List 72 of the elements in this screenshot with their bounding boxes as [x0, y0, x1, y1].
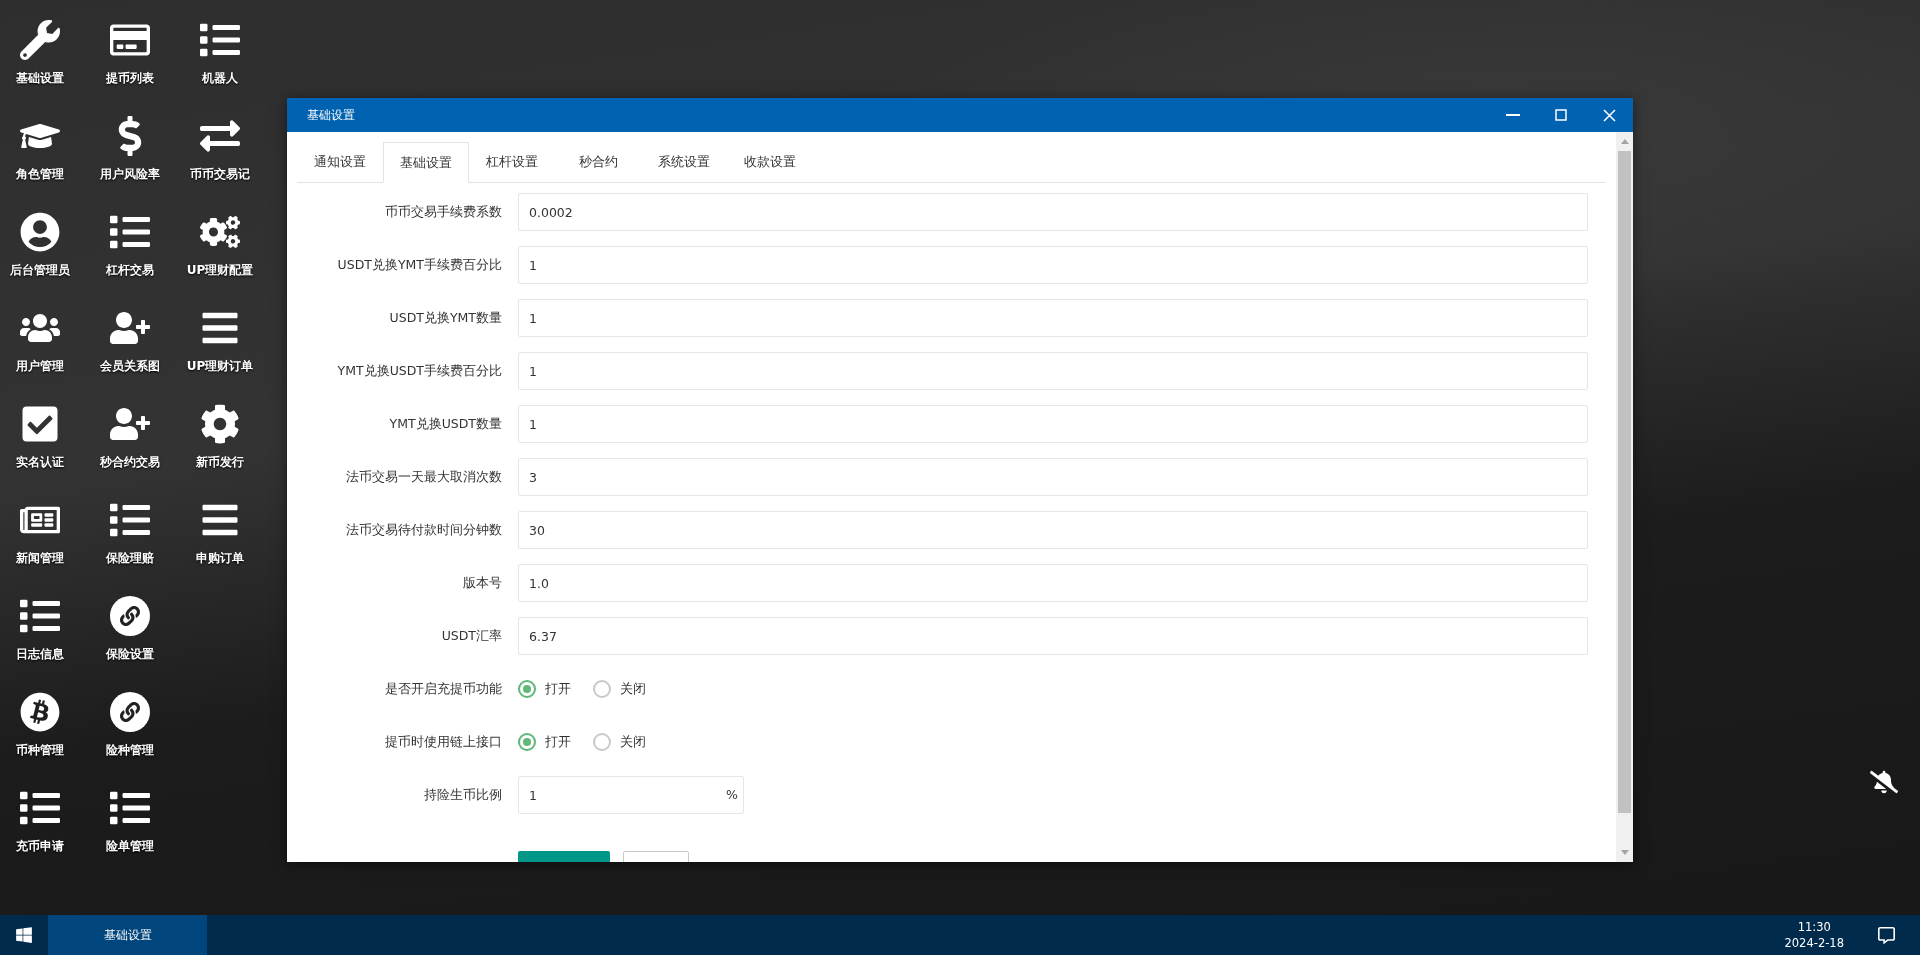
input-field[interactable]: 0.0002 — [518, 193, 1588, 231]
desktop-icon-label[interactable]: 币种管理 — [16, 742, 64, 759]
field-label: 币币交易手续费系数 — [384, 203, 503, 221]
taskbar-window-button[interactable]: 基础设置 — [48, 915, 207, 955]
desktop-icon-label[interactable]: 币币交易记 — [190, 166, 250, 183]
field-label: USDT兑换YMT数量 — [388, 309, 503, 327]
field-label: 提币时使用链上接口 — [384, 733, 503, 751]
radio-label[interactable]: 打开 — [545, 733, 571, 751]
desktop-icon-label[interactable]: UP理财订单 — [186, 358, 254, 375]
desktop-icon-label[interactable]: 保险设置 — [106, 646, 154, 663]
desktop-icon-label[interactable]: 险种管理 — [106, 742, 154, 759]
clock-time: 11:30 — [1797, 919, 1831, 935]
radio-label[interactable]: 关闭 — [620, 680, 646, 698]
tab[interactable]: 基础设置 — [383, 142, 469, 183]
desktop-icon-label[interactable]: 用户管理 — [16, 358, 64, 375]
input-field[interactable]: 1 — [518, 246, 1588, 284]
tab[interactable]: 收款设置 — [727, 142, 813, 182]
clock[interactable]: 11:30 2024-2-18 — [1784, 919, 1844, 951]
desktop-icon-label[interactable]: 提币列表 — [106, 70, 154, 87]
input-field[interactable]: 1 — [518, 352, 1588, 390]
wrench-icon[interactable] — [18, 18, 62, 62]
desktop-icon-label[interactable]: 机器人 — [202, 70, 238, 87]
desktop-icon-label[interactable]: 险单管理 — [106, 838, 154, 855]
bell-muted-icon[interactable] — [1870, 768, 1898, 796]
tab[interactable]: 秒合约 — [555, 142, 641, 182]
field-label: YMT兑换USDT手续费百分比 — [336, 362, 503, 380]
field-label: 法币交易一天最大取消次数 — [345, 468, 503, 486]
desktop-icon-label[interactable]: 新币发行 — [196, 454, 244, 471]
desktop-icon-label[interactable]: 新闻管理 — [16, 550, 64, 567]
desktop-icon-label[interactable]: 角色管理 — [16, 166, 64, 183]
desktop-icon-label[interactable]: 会员关系图 — [100, 358, 160, 375]
desktop-icon-label[interactable]: 保险理赔 — [106, 550, 154, 567]
radio-button[interactable] — [518, 733, 536, 751]
desktop-icon-label[interactable]: 充币申请 — [16, 838, 64, 855]
field-label: 版本号 — [462, 574, 503, 592]
tab[interactable]: 系统设置 — [641, 142, 727, 182]
desktop-icon-label[interactable]: 日志信息 — [16, 646, 64, 663]
tab[interactable]: 杠杆设置 — [469, 142, 555, 182]
desktop-icon-label[interactable]: UP理财配置 — [186, 262, 254, 279]
desktop-icon-label[interactable]: 用户风险率 — [100, 166, 160, 183]
radio-label[interactable]: 关闭 — [620, 733, 646, 751]
radio-label[interactable]: 打开 — [545, 680, 571, 698]
radio-button[interactable] — [593, 733, 611, 751]
desktop-icon-label[interactable]: 实名认证 — [16, 454, 64, 471]
scrollbar[interactable] — [1616, 132, 1633, 862]
bitcoin-icon[interactable] — [18, 690, 62, 734]
radio-button[interactable] — [518, 680, 536, 698]
input-field[interactable]: 30 — [518, 511, 1588, 549]
field-label: USDT汇率 — [440, 627, 503, 645]
tab[interactable]: 通知设置 — [297, 142, 383, 182]
field-label: 法币交易待付款时间分钟数 — [345, 521, 503, 539]
windows-logo-icon[interactable] — [15, 926, 33, 944]
unit-suffix: % — [726, 787, 738, 802]
input-field[interactable]: 3 — [518, 458, 1588, 496]
field-label: YMT兑换USDT数量 — [388, 415, 503, 433]
window-title: 基础设置 — [307, 106, 356, 124]
radio-button[interactable] — [593, 680, 611, 698]
desktop-icon-label[interactable]: 后台管理员 — [10, 262, 70, 279]
input-field[interactable]: 6.37 — [518, 617, 1588, 655]
input-field[interactable]: 1 — [518, 299, 1588, 337]
desktop-icon-label[interactable]: 申购订单 — [196, 550, 244, 567]
field-label: 持险生币比例 — [423, 786, 503, 804]
close-icon[interactable] — [1602, 108, 1616, 122]
input-field[interactable]: 1.0 — [518, 564, 1588, 602]
field-label: 是否开启充提币功能 — [384, 680, 503, 698]
input-field[interactable]: 1 — [518, 405, 1588, 443]
desktop-icon-label[interactable]: 杠杆交易 — [106, 262, 154, 279]
field-label: USDT兑换YMT手续费百分比 — [336, 256, 503, 274]
maximize-icon[interactable] — [1555, 109, 1567, 121]
clock-date: 2024-2-18 — [1784, 935, 1844, 951]
desktop-icon-label[interactable]: 基础设置 — [16, 70, 64, 87]
desktop-icon-label[interactable]: 秒合约交易 — [100, 454, 160, 471]
